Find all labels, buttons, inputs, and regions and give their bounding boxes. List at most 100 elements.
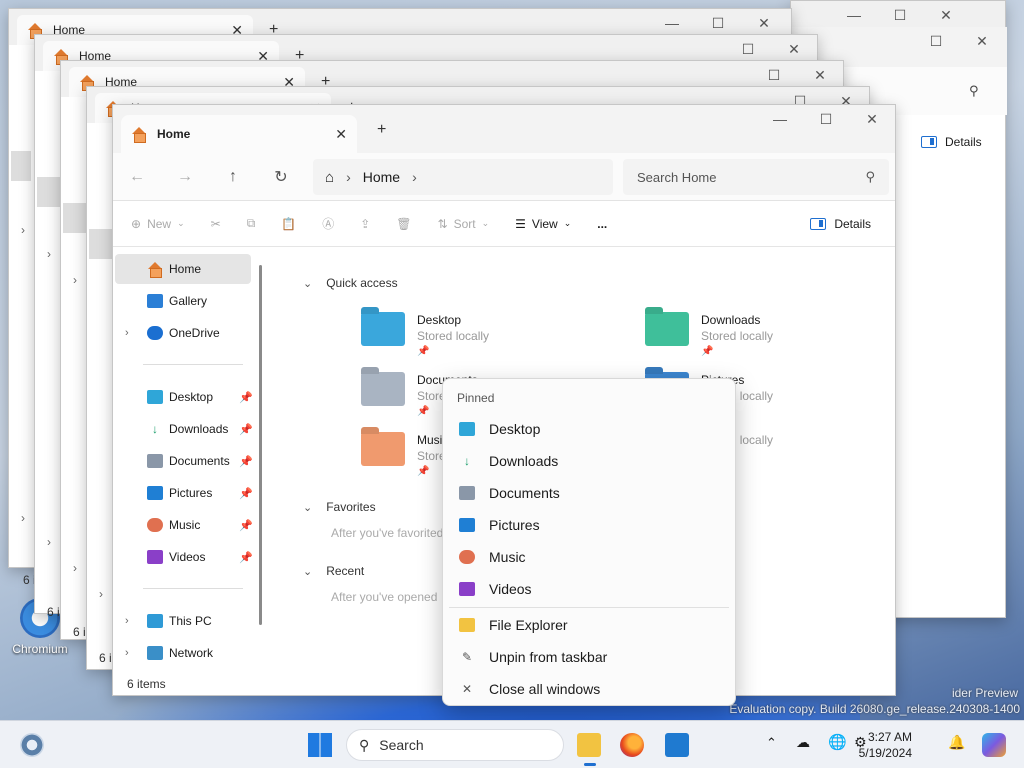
favorites-header[interactable]: ⌄ Favorites	[303, 500, 376, 514]
search-placeholder: Search Home	[637, 169, 717, 185]
copy-icon[interactable]: ⧉	[247, 216, 256, 231]
jump-list-item-videos[interactable]: Videos	[449, 573, 729, 605]
taskbar-search[interactable]: ⚲ Search	[346, 729, 564, 761]
quick-access-item-downloads[interactable]: Downloads Stored locally 📌	[645, 312, 773, 360]
file-explorer-taskbar-icon[interactable]	[577, 733, 601, 757]
minimize-icon[interactable]: —	[831, 7, 877, 24]
share-icon[interactable]: ⇪	[360, 217, 370, 231]
close-icon[interactable]: ✕	[771, 41, 817, 58]
jump-list-item-pictures[interactable]: Pictures	[449, 509, 729, 541]
details-button[interactable]: Details	[921, 135, 982, 149]
cut-icon[interactable]: ✂	[211, 217, 221, 231]
sidebar-item-videos[interactable]: Videos 📌	[115, 542, 253, 572]
recent-header[interactable]: ⌄ Recent	[303, 564, 364, 578]
firefox-icon[interactable]	[620, 733, 644, 757]
unpin-menu-item[interactable]: ✎ Unpin from taskbar	[449, 641, 729, 673]
search-input[interactable]: Search Home ⚲	[623, 159, 889, 195]
jump-list-item-desktop[interactable]: Desktop	[449, 413, 729, 445]
breadcrumb-home[interactable]: Home	[363, 169, 400, 185]
up-icon[interactable]: ↑	[209, 168, 257, 186]
rename-icon[interactable]: Ⓐ	[322, 215, 334, 232]
sidebar-scrollbar[interactable]	[259, 265, 262, 625]
jump-list-item-music[interactable]: Music	[449, 541, 729, 573]
chevron-right-icon[interactable]: ›	[21, 223, 25, 237]
chevron-down-icon[interactable]: ⌄	[303, 565, 312, 578]
close-tab-icon[interactable]: ✕	[335, 126, 347, 143]
notification-bell-icon[interactable]: 🔔	[948, 734, 965, 751]
chevron-right-icon[interactable]: ›	[47, 247, 51, 261]
start-icon[interactable]	[308, 733, 332, 757]
quick-access-item-desktop[interactable]: Desktop Stored locally 📌	[361, 312, 489, 360]
network-off-icon[interactable]: ☁	[796, 734, 810, 751]
minimize-icon[interactable]: —	[757, 111, 803, 128]
sidebar-item-pictures[interactable]: Pictures 📌	[115, 478, 253, 508]
chevron-right-icon[interactable]: ›	[412, 169, 417, 185]
window-controls[interactable]: — ☐ ✕	[831, 7, 969, 24]
maximize-icon[interactable]: ☐	[803, 111, 849, 128]
sidebar-item-documents[interactable]: Documents 📌	[115, 446, 253, 476]
forward-icon[interactable]: →	[161, 168, 209, 186]
maximize-icon[interactable]: ☐	[913, 33, 959, 50]
quick-access-item-music[interactable]: Musi Store 📌	[361, 432, 446, 480]
new-button[interactable]: ⊕ New ⌄	[131, 217, 185, 231]
maximize-icon[interactable]: ☐	[877, 7, 923, 24]
sidebar-item-desktop[interactable]: Desktop 📌	[115, 382, 253, 412]
address-bar[interactable]: ⌂ › Home ›	[313, 159, 613, 195]
sidebar-item-this-pc[interactable]: › This PC	[115, 606, 251, 636]
file-explorer-menu-item[interactable]: File Explorer	[449, 609, 729, 641]
maximize-icon[interactable]: ☐	[725, 41, 771, 58]
chevron-down-icon[interactable]: ⌄	[303, 277, 312, 290]
sidebar-item-music[interactable]: Music 📌	[115, 510, 253, 540]
tab-title: Home	[157, 127, 191, 141]
jump-list-item-downloads[interactable]: ↓ Downloads	[449, 445, 729, 477]
status-items: 6 i	[73, 625, 86, 639]
chevron-right-icon[interactable]: ›	[99, 587, 103, 601]
widgets-icon[interactable]	[20, 733, 44, 757]
home-icon	[147, 262, 163, 278]
close-icon[interactable]: ✕	[923, 7, 969, 24]
search-icon[interactable]: ⚲	[865, 169, 875, 185]
app-taskbar-icon[interactable]	[665, 733, 689, 757]
new-tab-icon[interactable]: +	[377, 121, 386, 139]
close-all-windows-menu-item[interactable]: ✕ Close all windows	[449, 673, 729, 705]
quick-access-header[interactable]: ⌄ Quick access	[303, 276, 398, 290]
chevron-right-icon[interactable]: ›	[125, 647, 129, 659]
view-button[interactable]: ☰ View ⌄	[515, 217, 571, 231]
sidebar-item-home[interactable]: Home	[115, 254, 251, 284]
maximize-icon[interactable]: ☐	[751, 67, 797, 84]
chevron-right-icon[interactable]: ›	[21, 511, 25, 525]
pc-icon	[147, 614, 163, 628]
paste-icon[interactable]: 📋	[281, 217, 296, 231]
chevron-right-icon[interactable]: ›	[125, 327, 129, 339]
chevron-right-icon[interactable]: ›	[346, 169, 351, 185]
chevron-right-icon[interactable]: ›	[125, 615, 129, 627]
delete-icon[interactable]: 🗑	[396, 217, 411, 231]
chevron-up-icon[interactable]: ⌃	[766, 735, 777, 751]
chevron-right-icon[interactable]: ›	[73, 561, 77, 575]
close-icon[interactable]: ✕	[797, 67, 843, 84]
search-icon[interactable]: ⚲	[969, 83, 979, 99]
maximize-icon[interactable]: ☐	[695, 15, 741, 32]
close-icon[interactable]: ✕	[741, 15, 787, 32]
close-icon[interactable]: ✕	[849, 111, 895, 128]
globe-icon[interactable]: 🌐	[828, 733, 847, 751]
sort-button[interactable]: ⇅ Sort ⌄	[438, 217, 490, 231]
sidebar-item-onedrive[interactable]: › OneDrive	[115, 318, 251, 348]
jump-list-item-documents[interactable]: Documents	[449, 477, 729, 509]
refresh-icon[interactable]: ↻	[257, 167, 305, 187]
sidebar-item-network[interactable]: › Network	[115, 638, 251, 668]
sidebar-item-gallery[interactable]: Gallery	[115, 286, 251, 316]
clock[interactable]: 3:27 AM 5/19/2024	[859, 729, 912, 761]
sidebar-item-downloads[interactable]: ↓ Downloads 📌	[115, 414, 253, 444]
home-outline-icon[interactable]: ⌂	[325, 169, 334, 186]
chevron-down-icon[interactable]: ⌄	[303, 501, 312, 514]
minimize-icon[interactable]: —	[649, 15, 695, 32]
chevron-right-icon[interactable]: ›	[47, 535, 51, 549]
close-icon[interactable]: ✕	[959, 33, 1005, 50]
back-icon[interactable]: ←	[113, 168, 161, 186]
tab-home[interactable]: Home ✕	[121, 115, 357, 153]
details-button[interactable]: Details	[810, 217, 871, 231]
more-options-icon[interactable]: ...	[597, 217, 607, 231]
copilot-icon[interactable]	[982, 733, 1006, 757]
chevron-right-icon[interactable]: ›	[73, 273, 77, 287]
